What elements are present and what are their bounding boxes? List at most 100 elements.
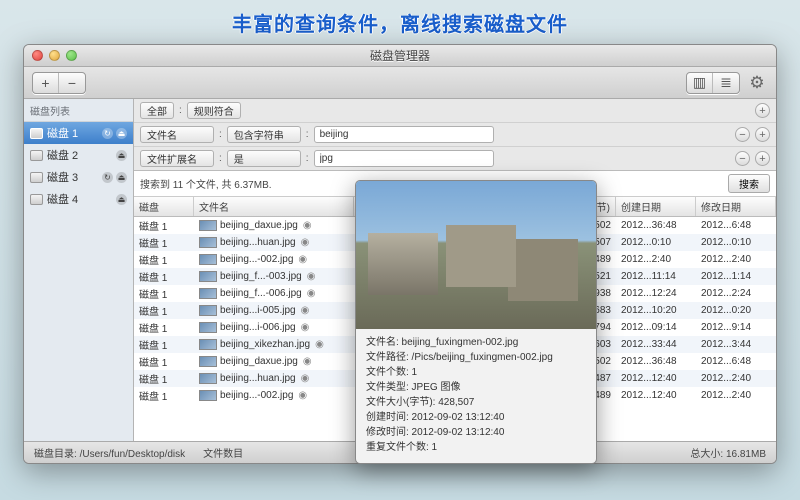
eject-icon[interactable]: ⏏ xyxy=(116,150,127,161)
sidebar-item-disk-2[interactable]: 磁盘 2 ⏏ xyxy=(24,144,133,166)
thumbnail-icon xyxy=(199,237,217,248)
quicklook-icon[interactable]: ◉ xyxy=(303,220,312,231)
sidebar-item-label: 磁盘 2 xyxy=(47,147,78,163)
quicklook-icon[interactable]: ◉ xyxy=(307,288,316,299)
cell-modified: 2012...2:40 xyxy=(696,373,776,384)
quicklook-icon[interactable]: ◉ xyxy=(315,339,324,350)
gear-icon[interactable]: ⚙ xyxy=(746,72,768,94)
filter-field-select[interactable]: 文件扩展名 xyxy=(140,150,214,167)
scope-select[interactable]: 全部 xyxy=(140,102,174,119)
result-summary: 搜索到 11 个文件, 共 6.37MB. xyxy=(140,176,272,191)
search-button[interactable]: 搜索 xyxy=(728,174,770,193)
refresh-icon[interactable]: ↻ xyxy=(102,128,113,139)
preview-metadata: 文件名: beijing_fuxingmen-002.jpg文件路径: /Pic… xyxy=(356,329,596,463)
sidebar-header: 磁盘列表 xyxy=(24,99,133,122)
status-size-label: 总大小: xyxy=(690,449,723,460)
preview-field: 修改时间: 2012-09-02 13:12:40 xyxy=(366,425,586,440)
cell-modified: 2012...2:40 xyxy=(696,254,776,265)
cell-created: 2012...12:40 xyxy=(616,373,696,384)
cell-name: beijing...huan.jpg◉ xyxy=(194,373,354,384)
thumbnail-icon xyxy=(199,254,217,265)
quicklook-icon[interactable]: ◉ xyxy=(301,322,310,333)
sidebar-item-disk-4[interactable]: 磁盘 4 ⏏ xyxy=(24,188,133,210)
cell-disk: 磁盘 1 xyxy=(134,286,194,301)
filter-value-input[interactable] xyxy=(314,150,494,167)
eject-icon[interactable]: ⏏ xyxy=(116,172,127,183)
quicklook-icon[interactable]: ◉ xyxy=(298,254,307,265)
thumbnail-icon xyxy=(199,339,217,350)
sidebar-item-label: 磁盘 3 xyxy=(47,169,78,185)
cell-name: beijing_daxue.jpg◉ xyxy=(194,220,354,231)
cell-disk: 磁盘 1 xyxy=(134,354,194,369)
col-created[interactable]: 创建日期 xyxy=(616,197,696,216)
cell-modified: 2012...2:24 xyxy=(696,288,776,299)
quicklook-icon[interactable]: ◉ xyxy=(301,305,310,316)
disk-icon xyxy=(30,150,43,161)
preview-popover: 文件名: beijing_fuxingmen-002.jpg文件路径: /Pic… xyxy=(355,180,597,464)
col-disk[interactable]: 磁盘 xyxy=(134,197,194,216)
cell-name: beijing...huan.jpg◉ xyxy=(194,237,354,248)
cell-created: 2012...12:24 xyxy=(616,288,696,299)
cell-disk: 磁盘 1 xyxy=(134,252,194,267)
cell-created: 2012...36:48 xyxy=(616,220,696,231)
sidebar: 磁盘列表 磁盘 1↻⏏磁盘 2⏏磁盘 3↻⏏磁盘 4⏏ xyxy=(24,99,134,441)
preview-field: 文件类型: JPEG 图像 xyxy=(366,380,586,395)
preview-field: 文件路径: /Pics/beijing_fuxingmen-002.jpg xyxy=(366,350,586,365)
remove-rule-button[interactable]: − xyxy=(735,127,750,142)
cell-modified: 2012...2:40 xyxy=(696,390,776,401)
cell-name: beijing_f...-003.jpg◉ xyxy=(194,271,354,282)
cell-created: 2012...2:40 xyxy=(616,254,696,265)
cell-name: beijing_xikezhan.jpg◉ xyxy=(194,339,354,350)
preview-field: 文件名: beijing_fuxingmen-002.jpg xyxy=(366,335,586,350)
sidebar-item-label: 磁盘 4 xyxy=(47,191,78,207)
add-rule-button[interactable]: + xyxy=(755,127,770,142)
quicklook-icon[interactable]: ◉ xyxy=(301,373,310,384)
cell-disk: 磁盘 1 xyxy=(134,269,194,284)
cell-created: 2012...11:14 xyxy=(616,271,696,282)
thumbnail-icon xyxy=(199,373,217,384)
thumbnail-icon xyxy=(199,288,217,299)
col-modified[interactable]: 修改日期 xyxy=(696,197,776,216)
cell-disk: 磁盘 1 xyxy=(134,371,194,386)
view-columns-icon[interactable]: ▥ xyxy=(687,73,713,93)
cell-disk: 磁盘 1 xyxy=(134,337,194,352)
cell-name: beijing...-002.jpg◉ xyxy=(194,254,354,265)
cell-created: 2012...0:10 xyxy=(616,237,696,248)
cell-created: 2012...36:48 xyxy=(616,356,696,367)
thumbnail-icon xyxy=(199,390,217,401)
thumbnail-icon xyxy=(199,356,217,367)
add-rule-button[interactable]: + xyxy=(755,103,770,118)
cell-name: beijing_daxue.jpg◉ xyxy=(194,356,354,367)
sidebar-item-disk-1[interactable]: 磁盘 1↻⏏ xyxy=(24,122,133,144)
titlebar[interactable]: 磁盘管理器 xyxy=(24,45,776,67)
cell-created: 2012...33:44 xyxy=(616,339,696,350)
window-title: 磁盘管理器 xyxy=(24,47,776,64)
filter-op-select[interactable]: 是 xyxy=(227,150,301,167)
thumbnail-icon xyxy=(199,305,217,316)
preview-field: 文件个数: 1 xyxy=(366,365,586,380)
quicklook-icon[interactable]: ◉ xyxy=(301,237,310,248)
eject-icon[interactable]: ⏏ xyxy=(116,194,127,205)
disk-icon xyxy=(30,194,43,205)
filter-value-input[interactable] xyxy=(314,126,494,143)
sidebar-item-disk-3[interactable]: 磁盘 3 ↻⏏ xyxy=(24,166,133,188)
remove-rule-button[interactable]: − xyxy=(735,151,750,166)
remove-button[interactable]: − xyxy=(59,73,85,93)
view-mode-seg: ▥ ≣ xyxy=(686,72,740,94)
filter-field-select[interactable]: 文件名 xyxy=(140,126,214,143)
refresh-icon[interactable]: ↻ xyxy=(102,172,113,183)
add-button[interactable]: + xyxy=(33,73,59,93)
scope-mode-select[interactable]: 规则符合 xyxy=(187,102,241,119)
status-path-label: 磁盘目录: xyxy=(34,449,77,460)
eject-icon[interactable]: ⏏ xyxy=(116,128,127,139)
preview-image xyxy=(356,181,596,329)
col-name[interactable]: 文件名 xyxy=(194,197,354,216)
cell-disk: 磁盘 1 xyxy=(134,218,194,233)
quicklook-icon[interactable]: ◉ xyxy=(307,271,316,282)
view-list-icon[interactable]: ≣ xyxy=(713,73,739,93)
add-rule-button[interactable]: + xyxy=(755,151,770,166)
cell-name: beijing_f...-006.jpg◉ xyxy=(194,288,354,299)
quicklook-icon[interactable]: ◉ xyxy=(303,356,312,367)
filter-op-select[interactable]: 包含字符串 xyxy=(227,126,301,143)
quicklook-icon[interactable]: ◉ xyxy=(298,390,307,401)
